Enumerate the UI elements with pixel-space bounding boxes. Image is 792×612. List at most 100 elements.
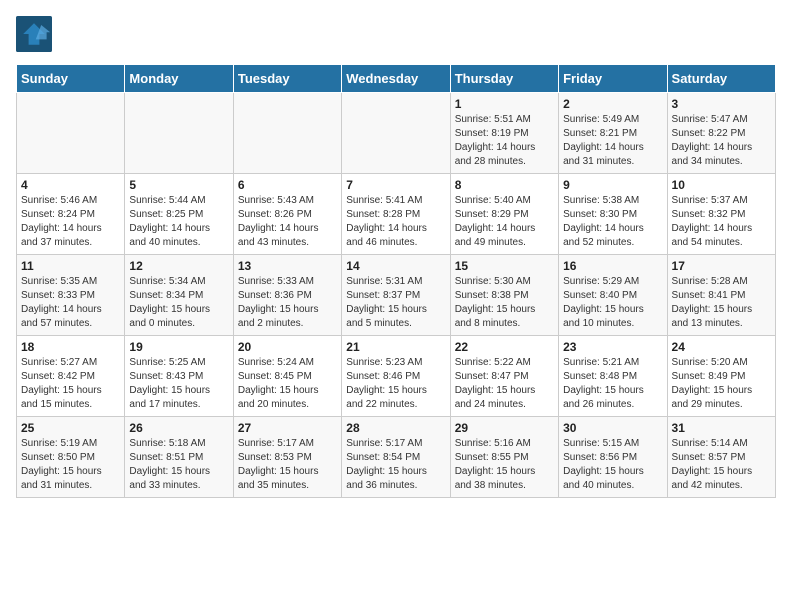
logo bbox=[16, 16, 56, 52]
calendar-cell: 16 Sunrise: 5:29 AM Sunset: 8:40 PM Dayli… bbox=[559, 255, 667, 336]
day-info: Sunrise: 5:14 AM Sunset: 8:57 PM Dayligh… bbox=[672, 437, 771, 493]
day-number: 24 bbox=[672, 340, 771, 354]
calendar-cell: 18 Sunrise: 5:27 AM Sunset: 8:42 PM Dayli… bbox=[17, 336, 125, 417]
calendar-cell: 21Sunrise: 5:23 AM Sunset: 8:46 PM Dayli… bbox=[342, 336, 450, 417]
day-info: Sunrise: 5:22 AM Sunset: 8:47 PM Dayligh… bbox=[455, 356, 554, 412]
calendar-cell: 13 Sunrise: 5:33 AM Sunset: 8:36 PM Dayli… bbox=[233, 255, 341, 336]
calendar-cell: 14 Sunrise: 5:31 AM Sunset: 8:37 PM Dayli… bbox=[342, 255, 450, 336]
calendar-cell: 23 Sunrise: 5:21 AM Sunset: 8:48 PM Dayli… bbox=[559, 336, 667, 417]
day-number: 5 bbox=[129, 178, 228, 192]
day-number: 18 bbox=[21, 340, 120, 354]
day-info: Sunrise: 5:21 AM Sunset: 8:48 PM Dayligh… bbox=[563, 356, 662, 412]
calendar-cell: 8 Sunrise: 5:40 AM Sunset: 8:29 PM Daylig… bbox=[450, 174, 558, 255]
day-info: Sunrise: 5:18 AM Sunset: 8:51 PM Dayligh… bbox=[129, 437, 228, 493]
day-info: Sunrise: 5:41 AM Sunset: 8:28 PM Dayligh… bbox=[346, 194, 445, 250]
calendar-cell: 28Sunrise: 5:17 AM Sunset: 8:54 PM Dayli… bbox=[342, 417, 450, 498]
calendar-week-5: 25Sunrise: 5:19 AM Sunset: 8:50 PM Dayli… bbox=[17, 417, 776, 498]
day-number: 17 bbox=[672, 259, 771, 273]
calendar-cell bbox=[233, 93, 341, 174]
calendar-cell: 1Sunrise: 5:51 AM Sunset: 8:19 PM Daylig… bbox=[450, 93, 558, 174]
day-info: Sunrise: 5:29 AM Sunset: 8:40 PM Dayligh… bbox=[563, 275, 662, 331]
calendar-header-row: SundayMondayTuesdayWednesdayThursdayFrid… bbox=[17, 65, 776, 93]
calendar-week-3: 11 Sunrise: 5:35 AM Sunset: 8:33 PM Dayli… bbox=[17, 255, 776, 336]
calendar-cell: 5 Sunrise: 5:44 AM Sunset: 8:25 PM Daylig… bbox=[125, 174, 233, 255]
day-number: 14 bbox=[346, 259, 445, 273]
header-sunday: Sunday bbox=[17, 65, 125, 93]
day-info: Sunrise: 5:47 AM Sunset: 8:22 PM Dayligh… bbox=[672, 113, 771, 169]
day-number: 10 bbox=[672, 178, 771, 192]
day-number: 4 bbox=[21, 178, 120, 192]
calendar-cell: 26 Sunrise: 5:18 AM Sunset: 8:51 PM Dayli… bbox=[125, 417, 233, 498]
day-number: 11 bbox=[21, 259, 120, 273]
day-info: Sunrise: 5:43 AM Sunset: 8:26 PM Dayligh… bbox=[238, 194, 337, 250]
calendar-cell: 30 Sunrise: 5:15 AM Sunset: 8:56 PM Dayli… bbox=[559, 417, 667, 498]
day-number: 2 bbox=[563, 97, 662, 111]
day-info: Sunrise: 5:33 AM Sunset: 8:36 PM Dayligh… bbox=[238, 275, 337, 331]
calendar-cell: 10 Sunrise: 5:37 AM Sunset: 8:32 PM Dayli… bbox=[667, 174, 775, 255]
header-friday: Friday bbox=[559, 65, 667, 93]
day-number: 13 bbox=[238, 259, 337, 273]
calendar-cell: 2 Sunrise: 5:49 AM Sunset: 8:21 PM Daylig… bbox=[559, 93, 667, 174]
day-info: Sunrise: 5:35 AM Sunset: 8:33 PM Dayligh… bbox=[21, 275, 120, 331]
calendar-cell bbox=[125, 93, 233, 174]
day-number: 21 bbox=[346, 340, 445, 354]
day-number: 9 bbox=[563, 178, 662, 192]
day-number: 19 bbox=[129, 340, 228, 354]
day-number: 12 bbox=[129, 259, 228, 273]
day-info: Sunrise: 5:44 AM Sunset: 8:25 PM Dayligh… bbox=[129, 194, 228, 250]
calendar-cell: 27Sunrise: 5:17 AM Sunset: 8:53 PM Dayli… bbox=[233, 417, 341, 498]
day-number: 23 bbox=[563, 340, 662, 354]
day-info: Sunrise: 5:20 AM Sunset: 8:49 PM Dayligh… bbox=[672, 356, 771, 412]
day-number: 8 bbox=[455, 178, 554, 192]
calendar-cell: 29Sunrise: 5:16 AM Sunset: 8:55 PM Dayli… bbox=[450, 417, 558, 498]
day-number: 15 bbox=[455, 259, 554, 273]
header-monday: Monday bbox=[125, 65, 233, 93]
day-info: Sunrise: 5:16 AM Sunset: 8:55 PM Dayligh… bbox=[455, 437, 554, 493]
calendar-cell: 12 Sunrise: 5:34 AM Sunset: 8:34 PM Dayli… bbox=[125, 255, 233, 336]
day-info: Sunrise: 5:30 AM Sunset: 8:38 PM Dayligh… bbox=[455, 275, 554, 331]
calendar-cell: 7 Sunrise: 5:41 AM Sunset: 8:28 PM Daylig… bbox=[342, 174, 450, 255]
day-number: 1 bbox=[455, 97, 554, 111]
day-number: 28 bbox=[346, 421, 445, 435]
day-info: Sunrise: 5:40 AM Sunset: 8:29 PM Dayligh… bbox=[455, 194, 554, 250]
calendar-cell bbox=[342, 93, 450, 174]
calendar-cell: 22Sunrise: 5:22 AM Sunset: 8:47 PM Dayli… bbox=[450, 336, 558, 417]
page-header bbox=[16, 16, 776, 52]
day-number: 16 bbox=[563, 259, 662, 273]
header-thursday: Thursday bbox=[450, 65, 558, 93]
calendar-cell: 9Sunrise: 5:38 AM Sunset: 8:30 PM Daylig… bbox=[559, 174, 667, 255]
logo-icon bbox=[16, 16, 52, 52]
day-info: Sunrise: 5:34 AM Sunset: 8:34 PM Dayligh… bbox=[129, 275, 228, 331]
calendar-cell: 17 Sunrise: 5:28 AM Sunset: 8:41 PM Dayli… bbox=[667, 255, 775, 336]
day-number: 26 bbox=[129, 421, 228, 435]
calendar-cell: 3 Sunrise: 5:47 AM Sunset: 8:22 PM Daylig… bbox=[667, 93, 775, 174]
day-info: Sunrise: 5:37 AM Sunset: 8:32 PM Dayligh… bbox=[672, 194, 771, 250]
day-number: 6 bbox=[238, 178, 337, 192]
day-number: 20 bbox=[238, 340, 337, 354]
day-info: Sunrise: 5:46 AM Sunset: 8:24 PM Dayligh… bbox=[21, 194, 120, 250]
calendar-week-2: 4 Sunrise: 5:46 AM Sunset: 8:24 PM Daylig… bbox=[17, 174, 776, 255]
day-info: Sunrise: 5:31 AM Sunset: 8:37 PM Dayligh… bbox=[346, 275, 445, 331]
calendar-cell bbox=[17, 93, 125, 174]
day-number: 27 bbox=[238, 421, 337, 435]
calendar-week-4: 18 Sunrise: 5:27 AM Sunset: 8:42 PM Dayli… bbox=[17, 336, 776, 417]
day-number: 3 bbox=[672, 97, 771, 111]
day-info: Sunrise: 5:49 AM Sunset: 8:21 PM Dayligh… bbox=[563, 113, 662, 169]
day-info: Sunrise: 5:24 AM Sunset: 8:45 PM Dayligh… bbox=[238, 356, 337, 412]
calendar-cell: 19Sunrise: 5:25 AM Sunset: 8:43 PM Dayli… bbox=[125, 336, 233, 417]
day-number: 31 bbox=[672, 421, 771, 435]
calendar-cell: 15 Sunrise: 5:30 AM Sunset: 8:38 PM Dayli… bbox=[450, 255, 558, 336]
calendar-cell: 6 Sunrise: 5:43 AM Sunset: 8:26 PM Daylig… bbox=[233, 174, 341, 255]
day-info: Sunrise: 5:27 AM Sunset: 8:42 PM Dayligh… bbox=[21, 356, 120, 412]
calendar-table: SundayMondayTuesdayWednesdayThursdayFrid… bbox=[16, 64, 776, 498]
day-number: 7 bbox=[346, 178, 445, 192]
calendar-week-1: 1Sunrise: 5:51 AM Sunset: 8:19 PM Daylig… bbox=[17, 93, 776, 174]
day-number: 30 bbox=[563, 421, 662, 435]
header-tuesday: Tuesday bbox=[233, 65, 341, 93]
calendar-cell: 11 Sunrise: 5:35 AM Sunset: 8:33 PM Dayli… bbox=[17, 255, 125, 336]
calendar-cell: 4 Sunrise: 5:46 AM Sunset: 8:24 PM Daylig… bbox=[17, 174, 125, 255]
calendar-cell: 20 Sunrise: 5:24 AM Sunset: 8:45 PM Dayli… bbox=[233, 336, 341, 417]
calendar-cell: 24 Sunrise: 5:20 AM Sunset: 8:49 PM Dayli… bbox=[667, 336, 775, 417]
day-info: Sunrise: 5:15 AM Sunset: 8:56 PM Dayligh… bbox=[563, 437, 662, 493]
day-info: Sunrise: 5:28 AM Sunset: 8:41 PM Dayligh… bbox=[672, 275, 771, 331]
